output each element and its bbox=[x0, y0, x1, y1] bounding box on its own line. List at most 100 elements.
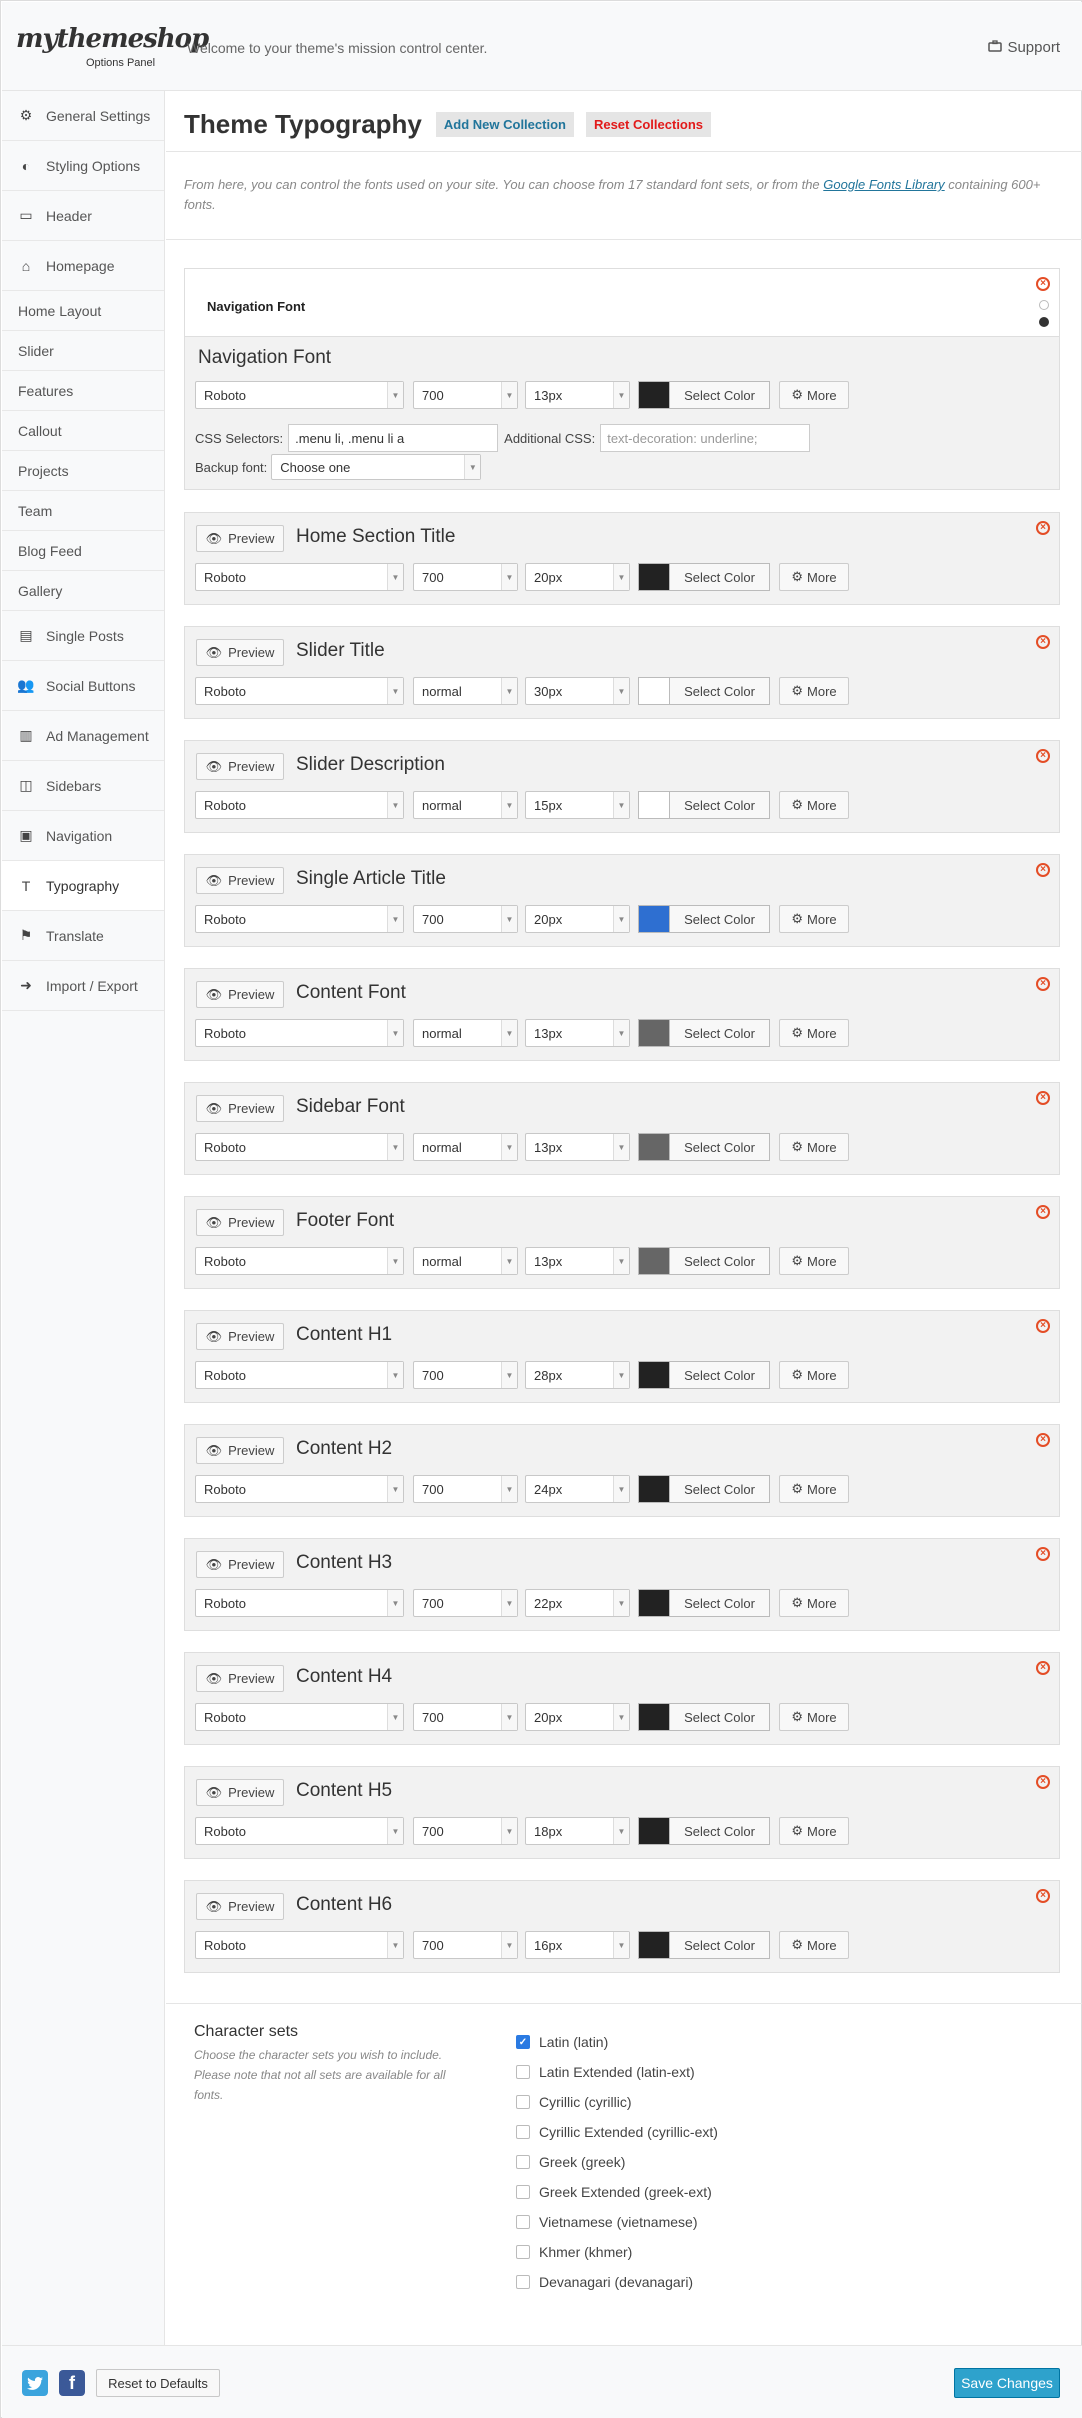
color-swatch[interactable] bbox=[638, 677, 670, 705]
font-size-select[interactable]: 15px ▼ bbox=[525, 791, 630, 819]
charset-option[interactable]: ✓ Latin (latin) bbox=[516, 2027, 718, 2057]
checkbox[interactable] bbox=[516, 2065, 530, 2079]
bg-light-toggle[interactable] bbox=[1039, 300, 1049, 310]
select-color-button[interactable]: Select Color bbox=[670, 1475, 770, 1503]
preview-button[interactable]: 👁 Preview bbox=[196, 1893, 284, 1920]
font-family-select[interactable]: Roboto ▼ bbox=[195, 1133, 404, 1161]
more-button[interactable]: ⚙ More bbox=[779, 905, 849, 933]
sidebar-item-general-settings[interactable]: ⚙ General Settings bbox=[2, 91, 164, 141]
support-link[interactable]: Support bbox=[988, 39, 1060, 56]
font-weight-select[interactable]: 700 ▼ bbox=[413, 381, 518, 409]
select-color-button[interactable]: Select Color bbox=[670, 1589, 770, 1617]
sidebar-item-features[interactable]: Features bbox=[2, 371, 164, 411]
font-weight-select[interactable]: normal ▼ bbox=[413, 1019, 518, 1047]
preview-button[interactable]: 👁 Preview bbox=[196, 1209, 284, 1236]
select-color-button[interactable]: Select Color bbox=[670, 1247, 770, 1275]
preview-button[interactable]: 👁 Preview bbox=[196, 1665, 284, 1692]
close-icon[interactable]: × bbox=[1036, 1433, 1050, 1447]
more-button[interactable]: ⚙ More bbox=[779, 381, 849, 409]
sidebar-item-single-posts[interactable]: ▤ Single Posts bbox=[2, 611, 164, 661]
color-swatch[interactable] bbox=[638, 1589, 670, 1617]
color-swatch[interactable] bbox=[638, 1817, 670, 1845]
close-icon[interactable]: × bbox=[1036, 1319, 1050, 1333]
color-swatch[interactable] bbox=[638, 381, 670, 409]
font-size-select[interactable]: 20px ▼ bbox=[525, 563, 630, 591]
close-icon[interactable]: × bbox=[1036, 277, 1050, 291]
more-button[interactable]: ⚙ More bbox=[779, 563, 849, 591]
more-button[interactable]: ⚙ More bbox=[779, 1247, 849, 1275]
font-family-select[interactable]: Roboto ▼ bbox=[195, 1817, 404, 1845]
more-button[interactable]: ⚙ More bbox=[779, 1475, 849, 1503]
preview-button[interactable]: 👁 Preview bbox=[196, 981, 284, 1008]
font-family-select[interactable]: Roboto ▼ bbox=[195, 563, 404, 591]
font-family-select[interactable]: Roboto ▼ bbox=[195, 1475, 404, 1503]
charset-option[interactable]: Cyrillic Extended (cyrillic-ext) bbox=[516, 2117, 718, 2147]
more-button[interactable]: ⚙ More bbox=[779, 1361, 849, 1389]
facebook-icon[interactable]: f bbox=[59, 2370, 85, 2396]
close-icon[interactable]: × bbox=[1036, 635, 1050, 649]
select-color-button[interactable]: Select Color bbox=[670, 1361, 770, 1389]
reset-collections-button[interactable]: Reset Collections bbox=[585, 112, 712, 137]
preview-button[interactable]: 👁 Preview bbox=[196, 867, 284, 894]
select-color-button[interactable]: Select Color bbox=[670, 905, 770, 933]
select-color-button[interactable]: Select Color bbox=[670, 1931, 770, 1959]
preview-button[interactable]: 👁 Preview bbox=[196, 525, 284, 552]
font-weight-select[interactable]: normal ▼ bbox=[413, 677, 518, 705]
close-icon[interactable]: × bbox=[1036, 1661, 1050, 1675]
color-swatch[interactable] bbox=[638, 1247, 670, 1275]
sidebar-item-sidebars[interactable]: ◫ Sidebars bbox=[2, 761, 164, 811]
sidebar-item-team[interactable]: Team bbox=[2, 491, 164, 531]
sidebar-item-social-buttons[interactable]: 👥 Social Buttons bbox=[2, 661, 164, 711]
preview-button[interactable]: 👁 Preview bbox=[196, 1551, 284, 1578]
font-size-select[interactable]: 13px ▼ bbox=[525, 1247, 630, 1275]
select-color-button[interactable]: Select Color bbox=[670, 1019, 770, 1047]
color-swatch[interactable] bbox=[638, 905, 670, 933]
more-button[interactable]: ⚙ More bbox=[779, 1589, 849, 1617]
select-color-button[interactable]: Select Color bbox=[670, 563, 770, 591]
close-icon[interactable]: × bbox=[1036, 1091, 1050, 1105]
charset-option[interactable]: Devanagari (devanagari) bbox=[516, 2267, 718, 2297]
font-weight-select[interactable]: 700 ▼ bbox=[413, 1361, 518, 1389]
checkbox[interactable]: ✓ bbox=[516, 2035, 530, 2049]
font-family-select[interactable]: Roboto ▼ bbox=[195, 1247, 404, 1275]
color-swatch[interactable] bbox=[638, 1019, 670, 1047]
more-button[interactable]: ⚙ More bbox=[779, 1133, 849, 1161]
sidebar-item-projects[interactable]: Projects bbox=[2, 451, 164, 491]
font-family-select[interactable]: Roboto ▼ bbox=[195, 677, 404, 705]
font-family-select[interactable]: Roboto ▼ bbox=[195, 1361, 404, 1389]
save-changes-button[interactable]: Save Changes bbox=[954, 2368, 1060, 2398]
charset-option[interactable]: Latin Extended (latin-ext) bbox=[516, 2057, 718, 2087]
color-swatch[interactable] bbox=[638, 1475, 670, 1503]
font-family-select[interactable]: Roboto ▼ bbox=[195, 905, 404, 933]
preview-button[interactable]: 👁 Preview bbox=[196, 1323, 284, 1350]
preview-button[interactable]: 👁 Preview bbox=[196, 753, 284, 780]
sidebar-item-styling-options[interactable]: ◐ Styling Options bbox=[2, 141, 164, 191]
font-family-select[interactable]: Roboto ▼ bbox=[195, 791, 404, 819]
more-button[interactable]: ⚙ More bbox=[779, 1703, 849, 1731]
preview-button[interactable]: 👁 Preview bbox=[196, 1437, 284, 1464]
add-collection-button[interactable]: Add New Collection bbox=[435, 112, 574, 137]
preview-button[interactable]: 👁 Preview bbox=[196, 639, 284, 666]
bg-dark-toggle[interactable] bbox=[1039, 317, 1049, 327]
backup-font-select[interactable]: Choose one ▼ bbox=[271, 454, 482, 480]
font-weight-select[interactable]: 700 ▼ bbox=[413, 1703, 518, 1731]
font-size-select[interactable]: 13px ▼ bbox=[525, 1019, 630, 1047]
font-family-select[interactable]: Roboto ▼ bbox=[195, 1703, 404, 1731]
sidebar-item-typography[interactable]: T Typography bbox=[2, 861, 164, 911]
sidebar-item-homepage[interactable]: ⌂ Homepage bbox=[2, 241, 164, 291]
font-size-select[interactable]: 28px ▼ bbox=[525, 1361, 630, 1389]
font-size-select[interactable]: 22px ▼ bbox=[525, 1589, 630, 1617]
select-color-button[interactable]: Select Color bbox=[670, 1133, 770, 1161]
color-swatch[interactable] bbox=[638, 563, 670, 591]
font-weight-select[interactable]: 700 ▼ bbox=[413, 1475, 518, 1503]
close-icon[interactable]: × bbox=[1036, 1775, 1050, 1789]
google-fonts-link[interactable]: Google Fonts Library bbox=[823, 177, 944, 192]
sidebar-item-gallery[interactable]: Gallery bbox=[2, 571, 164, 611]
font-size-select[interactable]: 13px ▼ bbox=[525, 381, 630, 409]
font-weight-select[interactable]: 700 ▼ bbox=[413, 1817, 518, 1845]
charset-option[interactable]: Greek Extended (greek-ext) bbox=[516, 2177, 718, 2207]
sidebar-item-callout[interactable]: Callout bbox=[2, 411, 164, 451]
sidebar-item-blog-feed[interactable]: Blog Feed bbox=[2, 531, 164, 571]
close-icon[interactable]: × bbox=[1036, 1547, 1050, 1561]
twitter-icon[interactable] bbox=[22, 2370, 48, 2396]
